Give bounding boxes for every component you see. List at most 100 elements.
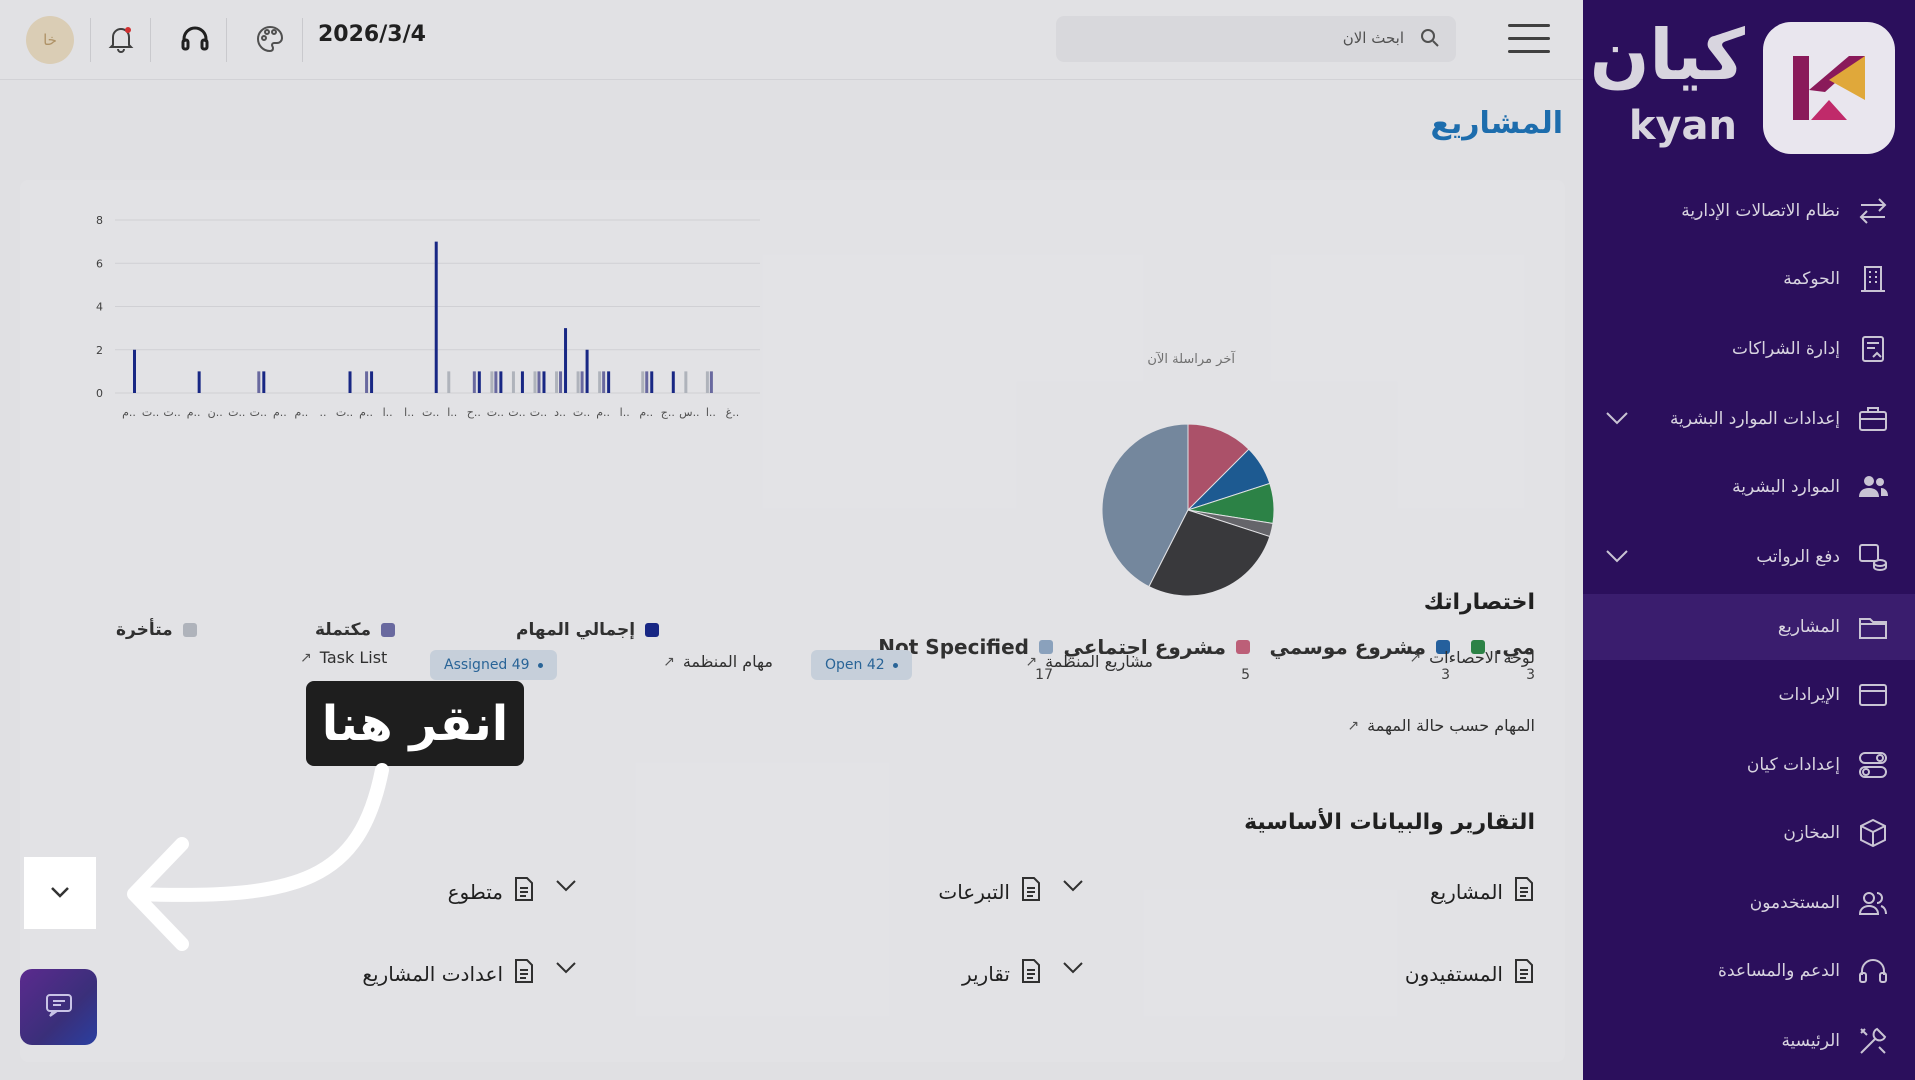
bar — [533, 371, 537, 393]
y-tick-label: 4 — [96, 301, 103, 314]
x-tick-label: ا.. — [404, 406, 414, 419]
report-reports[interactable]: تقارير — [962, 958, 1042, 989]
chevron-down-icon[interactable] — [1062, 874, 1084, 899]
chevron-down-icon[interactable] — [555, 874, 577, 899]
shortcut-org-projects[interactable]: مشاريع المنظمة ↗ — [1025, 652, 1153, 671]
y-tick-label: 6 — [96, 257, 103, 270]
search-input[interactable]: ابحث الان — [1056, 16, 1456, 62]
report-label: المشاريع — [1429, 879, 1503, 904]
bar — [262, 371, 266, 393]
chat-icon — [45, 993, 73, 1021]
bar — [705, 371, 709, 393]
building-icon — [1855, 261, 1891, 297]
report-donations[interactable]: التبرعات — [938, 876, 1042, 907]
x-tick-label: ت.. — [250, 406, 267, 419]
chevron-down-icon — [49, 884, 71, 903]
shortcut-label: لوحة الاحصاءات — [1429, 648, 1535, 667]
x-tick-label: م.. — [596, 406, 610, 419]
y-tick-label: 0 — [96, 387, 103, 400]
report-label: التبرعات — [938, 879, 1010, 904]
briefcase-icon — [1855, 401, 1891, 437]
badge-dot — [537, 662, 543, 668]
document-house-icon — [1855, 331, 1891, 367]
collapse-toggle-button[interactable] — [24, 857, 96, 929]
legend-label: مكتملة — [315, 620, 371, 640]
y-tick-label: 2 — [96, 344, 103, 357]
bar — [684, 371, 688, 393]
sidebar-item-support[interactable]: الدعم والمساعدة — [1583, 938, 1915, 1004]
sidebar-item-payroll[interactable]: دفع الرواتب — [1583, 524, 1915, 590]
document-icon — [1020, 876, 1042, 907]
box-icon — [1855, 815, 1891, 851]
external-arrow-icon: ↗ — [663, 653, 675, 670]
bar — [671, 371, 675, 393]
bar — [645, 371, 649, 393]
bar — [447, 371, 451, 393]
chevron-down-icon[interactable] — [1605, 409, 1629, 430]
document-icon — [1513, 876, 1535, 907]
x-tick-label: ت.. — [530, 406, 547, 419]
sidebar-item-hr-settings[interactable]: إعدادات الموارد البشرية — [1583, 386, 1915, 452]
bar — [709, 371, 713, 393]
palette-icon[interactable] — [253, 22, 287, 56]
x-tick-label: م.. — [122, 406, 136, 419]
clipped-heading: آخر مراسلة الآن — [1147, 352, 1235, 367]
sidebar-item-label: الحوكمة — [1783, 269, 1840, 289]
sidebar-item-projects[interactable]: المشاريع — [1583, 594, 1915, 660]
sidebar-item-label: المستخدمون — [1749, 893, 1840, 913]
shortcut-org-tasks[interactable]: مهام المنظمة ↗ — [663, 652, 773, 671]
bar — [348, 371, 352, 393]
sidebar-item-partnerships[interactable]: إدارة الشراكات — [1583, 316, 1915, 382]
bar — [490, 371, 494, 393]
badge-label: Assigned 49 — [444, 657, 530, 673]
sidebar-item-governance[interactable]: الحوكمة — [1583, 246, 1915, 312]
x-tick-label: ت.. — [508, 406, 525, 419]
sidebar-item-revenue[interactable]: الإيرادات — [1583, 662, 1915, 728]
chat-button[interactable] — [20, 969, 97, 1045]
shortcut-tasks-by-status[interactable]: المهام حسب حالة المهمة ↗ — [1347, 716, 1535, 735]
sidebar-item-kyan-settings[interactable]: إعدادات كيان — [1583, 732, 1915, 798]
coins-icon — [1855, 539, 1891, 575]
shortcut-task-list[interactable]: ↗ Task List — [300, 648, 387, 667]
sidebar-item-users[interactable]: المستخدمون — [1583, 870, 1915, 936]
document-icon — [1513, 958, 1535, 989]
legend-label: مشروع موسمي — [1269, 635, 1426, 659]
headset-icon[interactable] — [178, 22, 212, 56]
chevron-down-icon[interactable] — [1605, 547, 1629, 568]
bar — [477, 371, 481, 393]
menu-icon[interactable] — [1508, 24, 1550, 54]
external-arrow-icon: ↗ — [1409, 649, 1422, 666]
avatar[interactable]: خا — [26, 16, 74, 64]
report-project-settings[interactable]: اعدادت المشاريع — [362, 958, 535, 989]
legend-count: 3 — [1441, 667, 1450, 683]
sidebar-item-home[interactable]: الرئيسية — [1583, 1008, 1915, 1074]
x-tick-label: ت.. — [163, 406, 180, 419]
sidebar-item-hr[interactable]: الموارد البشرية — [1583, 454, 1915, 520]
bar — [370, 371, 374, 393]
legend-label: إجمالي المهام — [516, 620, 636, 640]
bar — [537, 371, 541, 393]
users-icon — [1855, 469, 1891, 505]
bar — [641, 371, 645, 393]
bar — [133, 349, 136, 393]
report-projects[interactable]: المشاريع — [1430, 876, 1535, 907]
legend-swatch — [645, 623, 660, 637]
bar — [365, 371, 369, 393]
x-tick-label: ت.. — [142, 406, 159, 419]
chevron-down-icon[interactable] — [555, 956, 577, 981]
x-tick-label: ت.. — [422, 406, 439, 419]
shortcut-stats-dashboard[interactable]: لوحة الاحصاءات ↗ — [1409, 648, 1535, 667]
bell-icon[interactable] — [104, 22, 138, 56]
transfer-arrows-icon — [1855, 193, 1891, 229]
sidebar-item-admin-comms[interactable]: نظام الاتصالات الإدارية — [1583, 178, 1915, 244]
report-volunteer[interactable]: متطوع — [448, 876, 535, 907]
chevron-down-icon[interactable] — [1062, 956, 1084, 981]
report-beneficiaries[interactable]: المستفيدون — [1405, 958, 1535, 989]
bar — [511, 371, 515, 393]
sidebar-item-warehouses[interactable]: المخازن — [1583, 800, 1915, 866]
bar — [520, 371, 524, 393]
report-label: تقارير — [961, 961, 1010, 986]
legend-count: 3 — [1526, 667, 1535, 683]
sidebar-item-label: دفع الرواتب — [1756, 547, 1840, 567]
x-tick-label: م.. — [273, 406, 287, 419]
